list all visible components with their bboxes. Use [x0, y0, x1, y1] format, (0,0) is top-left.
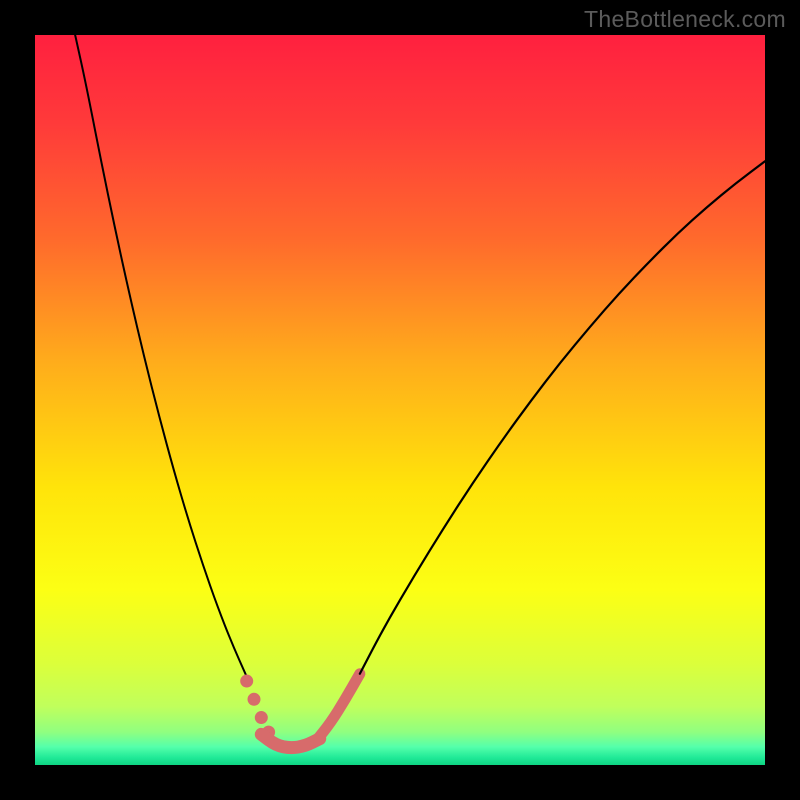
series-left-branch-marker-dots-dot [255, 711, 268, 724]
plot-area [35, 35, 765, 765]
watermark-text: TheBottleneck.com [584, 6, 786, 33]
series-right-branch [360, 161, 765, 673]
series-left-branch-marker-dots-dot [240, 675, 253, 688]
series-left-branch [75, 35, 247, 677]
chart-frame: TheBottleneck.com [0, 0, 800, 800]
series-right-rise-thick [316, 674, 360, 741]
series-left-branch-marker-dots-dot [248, 693, 261, 706]
curve-layer [35, 35, 765, 765]
